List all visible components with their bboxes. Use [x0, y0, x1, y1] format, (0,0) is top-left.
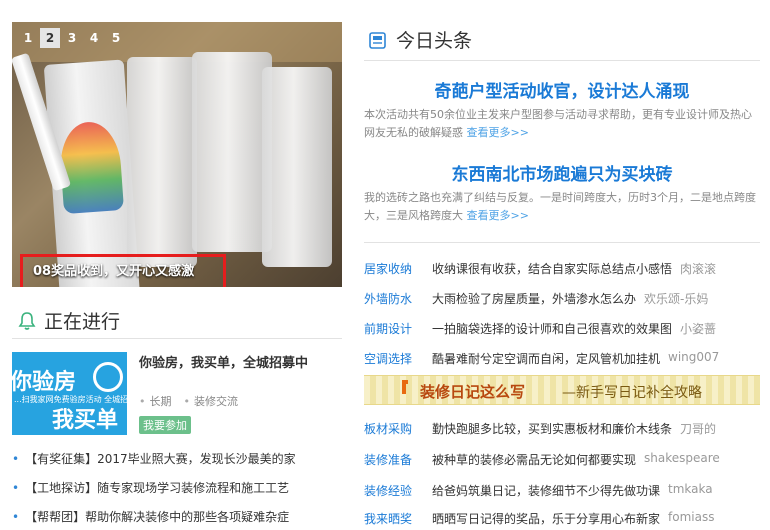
banner-sub-text: —新手写日记补全攻略 — [562, 385, 702, 401]
news-icon — [369, 31, 386, 49]
list-item[interactable]: 【工地探访】随专家现场学习装修流程和施工工艺 — [12, 479, 340, 508]
summary-text: 本次活动共有50余位业主发来户型图参与活动寻求帮助，更有专业设计师及热心网友无私… — [364, 108, 752, 139]
list-item: 装修经验 给爸妈筑巢日记，装修细节不少得先做功课 tmkaka — [364, 482, 760, 502]
category-link[interactable]: 外墙防水 — [364, 290, 432, 310]
bell-icon — [18, 311, 36, 330]
headlines-header: 今日头条 — [368, 26, 472, 53]
article-link[interactable]: 酷暑难耐兮定空调而自闲，定风管机加挂机 — [432, 350, 660, 370]
article-link[interactable]: 一拍脑袋选择的设计师和自己很喜欢的效果图 — [432, 320, 672, 340]
category-link[interactable]: 我来晒奖 — [364, 510, 432, 530]
featured-slider[interactable]: 1 2 3 4 5 08奖品收到，又开心又感激 — [12, 22, 342, 287]
ongoing-duration: 长期 — [139, 393, 172, 409]
package-image — [262, 67, 332, 267]
ongoing-category: 装修交流 — [184, 393, 238, 409]
list-item[interactable]: 【有奖征集】2017毕业照大赛，发现长沙最美的家 — [12, 450, 340, 479]
author-name[interactable]: shakespeare — [644, 451, 720, 471]
list-item: 居家收纳 收纳课很有收获，结合自家实际总结点小感悟 肉滚滚 — [364, 260, 760, 280]
category-link[interactable]: 居家收纳 — [364, 260, 432, 280]
balloon-label-image — [57, 120, 125, 215]
slider-page-1[interactable]: 1 — [18, 28, 38, 48]
author-name[interactable]: wing007 — [668, 350, 719, 370]
article-link[interactable]: 收纳课很有收获，结合自家实际总结点小感悟 — [432, 260, 672, 280]
slider-page-2[interactable]: 2 — [40, 28, 60, 48]
slider-page-5[interactable]: 5 — [106, 28, 126, 48]
category-link[interactable]: 装修经验 — [364, 482, 432, 502]
headline-summary: 我的选砖之路也充满了纠结与反复。一是时间跨度大，历时3个月，二是地点跨度大，三是… — [364, 189, 760, 225]
headline-title[interactable]: 奇葩户型活动收官，设计达人涌现 — [364, 77, 760, 102]
author-name[interactable]: 小姿蔷 — [680, 320, 716, 340]
author-name[interactable]: 肉滚滚 — [680, 260, 716, 280]
diary-guide-banner[interactable]: 装修日记这么写 —新手写日记补全攻略 — [364, 375, 760, 405]
ongoing-title: 正在进行 — [44, 311, 121, 333]
author-name[interactable]: fomiass — [668, 510, 714, 530]
article-link[interactable]: 被种草的装修必需品无论如何都要实现 — [432, 451, 636, 471]
slider-caption[interactable]: 08奖品收到，又开心又感激 — [20, 254, 226, 287]
category-link[interactable]: 装修准备 — [364, 451, 432, 471]
category-link[interactable]: 前期设计 — [364, 320, 432, 340]
list-item: 前期设计 一拍脑袋选择的设计师和自己很喜欢的效果图 小姿蔷 — [364, 320, 760, 340]
headline-title[interactable]: 东西南北市场跑遍只为买块砖 — [364, 160, 760, 185]
slider-pagination: 1 2 3 4 5 — [18, 28, 126, 48]
bracket-decoration — [402, 380, 408, 394]
ongoing-header: 正在进行 — [18, 307, 120, 334]
package-image — [127, 57, 197, 267]
thumb-text-2: 我买单 — [52, 408, 119, 433]
headline-summary: 本次活动共有50余位业主发来户型图参与活动寻求帮助，更有专业设计师及热心网友无私… — [364, 106, 760, 142]
summary-text: 我的选砖之路也充满了纠结与反复。一是时间跨度大，历时3个月，二是地点跨度大，三是… — [364, 191, 756, 222]
thumb-text-1: 你验房 — [12, 370, 77, 395]
list-item: 空调选择 酷暑难耐兮定空调而自闲，定风管机加挂机 wing007 — [364, 350, 760, 370]
author-name[interactable]: 刀哥的 — [680, 420, 716, 440]
read-more-link[interactable]: 查看更多>> — [467, 209, 529, 222]
magnifier-icon — [93, 362, 123, 392]
category-link[interactable]: 空调选择 — [364, 350, 432, 370]
divider — [364, 60, 760, 61]
list-item[interactable]: 【帮帮团】帮助你解决装修中的那些各项疑难杂症 — [12, 508, 340, 530]
list-item: 装修准备 被种草的装修必需品无论如何都要实现 shakespeare — [364, 451, 760, 471]
article-link[interactable]: 勤快跑腿多比较，买到实惠板材和廉价木线条 — [432, 420, 672, 440]
list-item: 板材采购 勤快跑腿多比较，买到实惠板材和廉价木线条 刀哥的 — [364, 420, 760, 440]
ongoing-meta: 长期 装修交流 — [139, 393, 239, 409]
read-more-link[interactable]: 查看更多>> — [467, 126, 529, 139]
slider-page-4[interactable]: 4 — [84, 28, 104, 48]
category-link[interactable]: 板材采购 — [364, 420, 432, 440]
author-name[interactable]: tmkaka — [668, 482, 713, 502]
ongoing-list: 【有奖征集】2017毕业照大赛，发现长沙最美的家 【工地探访】随专家现场学习装修… — [12, 450, 340, 530]
article-link[interactable]: 大雨检验了房屋质量，外墙渗水怎么办 — [432, 290, 636, 310]
headlines-title: 今日头条 — [396, 30, 473, 52]
author-name[interactable]: 欢乐颂-乐妈 — [644, 290, 708, 310]
article-link[interactable]: 晒晒写日记得的奖品，乐于分享用心布新家 — [432, 510, 660, 530]
divider — [364, 242, 760, 243]
divider — [12, 338, 342, 339]
article-link[interactable]: 给爸妈筑巢日记，装修细节不少得先做功课 — [432, 482, 660, 502]
list-item: 外墙防水 大雨检验了房屋质量，外墙渗水怎么办 欢乐颂-乐妈 — [364, 290, 760, 310]
slider-page-3[interactable]: 3 — [62, 28, 82, 48]
join-button[interactable]: 我要参加 — [139, 416, 191, 434]
list-item: 我来晒奖 晒晒写日记得的奖品，乐于分享用心布新家 fomiass — [364, 510, 760, 530]
ongoing-thumbnail[interactable]: 你验房 ...扫我家网免费验房活动 全城招募中！ 我买单 — [12, 352, 127, 435]
banner-main-text: 装修日记这么写 — [420, 383, 526, 401]
ongoing-event-title[interactable]: 你验房，我买单，全城招募中 — [139, 352, 308, 371]
package-image — [192, 52, 272, 252]
